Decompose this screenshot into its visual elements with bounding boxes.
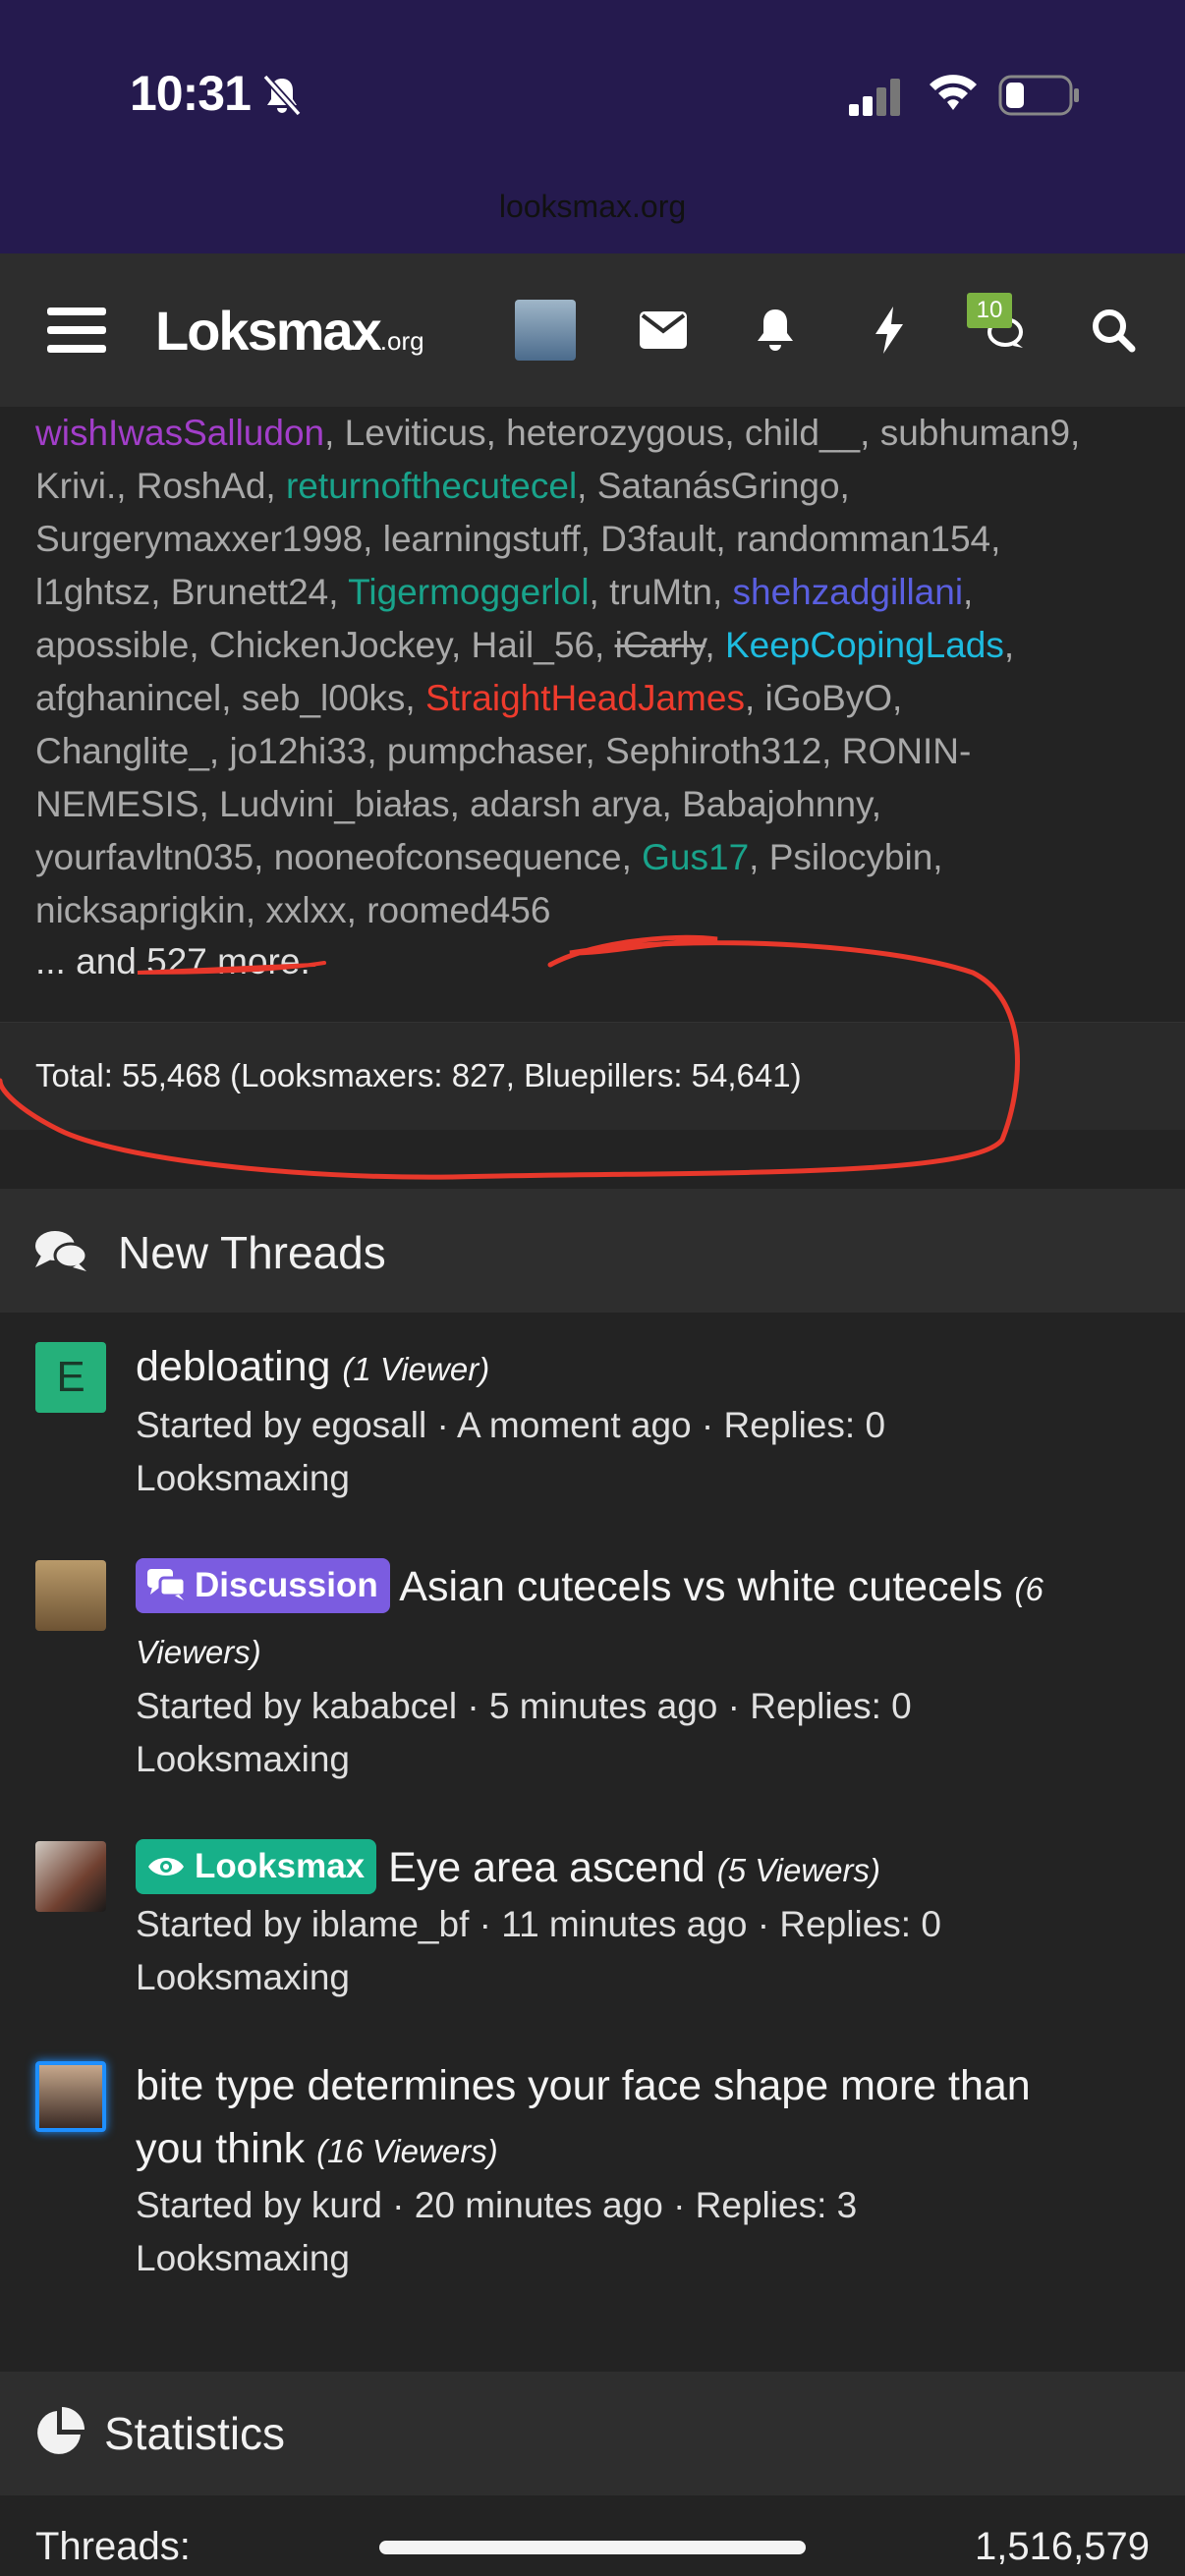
member-names-text[interactable]: , truMtn, xyxy=(590,572,733,612)
thread-title-text: Eye area ascend xyxy=(376,1844,717,1891)
member-names-text[interactable]: Krivi., RoshAd, xyxy=(35,466,286,506)
member-line: yourfavltn035, nooneofconsequence, Gus17… xyxy=(35,831,1165,884)
member-names-text[interactable]: apossible, ChickenJockey, Hail_56, xyxy=(35,625,615,665)
member-link[interactable]: Tigermoggerlol xyxy=(348,572,589,612)
member-link[interactable]: StraightHeadJames xyxy=(425,678,745,718)
member-line: Surgerymaxxer1998, learningstuff, D3faul… xyxy=(35,513,1165,566)
thread-meta: Started by egosall · A moment ago · Repl… xyxy=(136,1405,886,1445)
prefix-label: Discussion xyxy=(195,1566,378,1604)
top-navigation: Loksmax.org xyxy=(0,253,1185,407)
member-names-text[interactable]: yourfavltn035, nooneofconsequence, xyxy=(35,837,642,877)
member-names-text[interactable]: , xyxy=(1004,625,1014,665)
statistics-header: Statistics xyxy=(0,2372,1185,2495)
member-names-text[interactable]: NEMESIS, Ludvini_białas, adarsh arya, Ba… xyxy=(35,784,881,824)
member-line: l1ghtsz, Brunett24, Tigermoggerlol, truM… xyxy=(35,566,1165,619)
status-bar: 10:31 looksmax.org xyxy=(0,0,1185,253)
section-title: New Threads xyxy=(118,1227,386,1278)
red-circle-annotation xyxy=(0,934,1020,1180)
mail-icon[interactable] xyxy=(629,253,698,407)
comments-icon xyxy=(147,1569,187,1600)
member-names-text[interactable]: Changlite_, jo12hi33, pumpchaser, Sephir… xyxy=(35,731,971,771)
stat-label: Threads: xyxy=(35,2525,191,2568)
logo-text-a: Lo xyxy=(155,300,220,362)
avatar xyxy=(515,300,576,361)
search-icon[interactable] xyxy=(1079,253,1148,407)
section-title: Statistics xyxy=(104,2408,286,2459)
member-link[interactable]: wishIwasSalludon xyxy=(35,413,324,453)
member-line: Krivi., RoshAd, returnofthecutecel, Sata… xyxy=(35,460,1165,513)
lightning-icon[interactable] xyxy=(855,253,924,407)
bell-icon[interactable] xyxy=(741,253,810,407)
discussion-prefix-badge[interactable]: Discussion xyxy=(136,1558,390,1613)
member-names-text[interactable]: , Psilocybin, xyxy=(749,837,942,877)
site-logo[interactable]: Loksmax.org xyxy=(155,299,424,363)
member-link[interactable]: returnofthecutecel xyxy=(286,466,577,506)
user-avatar-button[interactable] xyxy=(511,253,580,407)
member-link[interactable]: shehzadgillani xyxy=(733,572,964,612)
member-line: apossible, ChickenJockey, Hail_56, iCarl… xyxy=(35,619,1165,672)
member-names-text[interactable]: Surgerymaxxer1998, learningstuff, D3faul… xyxy=(35,519,1000,559)
thread-forum-link[interactable]: Looksmaxing xyxy=(136,1733,350,1786)
logo-text-b: ksmax xyxy=(218,300,381,362)
thread-forum-link[interactable]: Looksmaxing xyxy=(136,2232,350,2285)
thread-meta: Started by iblame_bf · 11 minutes ago · … xyxy=(136,1904,941,1944)
home-indicator[interactable] xyxy=(379,2541,806,2554)
viewer-count: Viewers) xyxy=(136,1634,261,1670)
avatar[interactable] xyxy=(35,1560,106,1631)
member-line: afghanincel, seb_l00ks, StraightHeadJame… xyxy=(35,672,1165,725)
thread-meta: Started by kurd · 20 minutes ago · Repli… xyxy=(136,2185,858,2225)
thread-title-link[interactable]: debloating (1 Viewer) xyxy=(136,1336,1157,1400)
new-threads-header: New Threads xyxy=(0,1189,1185,1313)
comments-icon xyxy=(33,1228,88,1273)
stat-value: 1,516,579 xyxy=(975,2525,1150,2568)
online-members-list: wishIwasSalludon, Leviticus, heterozygou… xyxy=(35,407,1165,937)
thread-title-continuation: Viewers) xyxy=(136,1619,1157,1683)
avatar[interactable]: E xyxy=(35,1342,106,1413)
logo-suffix: .org xyxy=(379,326,424,356)
thread-title-text: you think xyxy=(136,2125,317,2172)
viewer-count: (6 xyxy=(1014,1571,1044,1607)
member-names-text[interactable]: , iGoByO, xyxy=(745,678,902,718)
thread-forum-link[interactable]: Looksmaxing xyxy=(136,1452,350,1505)
member-line: NEMESIS, Ludvini_białas, adarsh arya, Ba… xyxy=(35,778,1165,831)
thread-title-link[interactable]: Discussion Asian cutecels vs white cutec… xyxy=(136,1556,1157,1620)
clock: 10:31 xyxy=(130,66,252,121)
chat-icon[interactable] xyxy=(967,253,1036,407)
viewer-count: (16 Viewers) xyxy=(316,2133,498,2169)
menu-icon[interactable] xyxy=(39,253,114,407)
member-names-text[interactable]: , Leviticus, heterozygous, child__, subh… xyxy=(324,413,1080,453)
member-names-text[interactable]: l1ghtsz, Brunett24, xyxy=(35,572,348,612)
prefix-label: Looksmax xyxy=(195,1847,366,1885)
member-line: Changlite_, jo12hi33, pumpchaser, Sephir… xyxy=(35,725,1165,778)
avatar[interactable] xyxy=(35,2061,106,2132)
viewer-count: (1 Viewer) xyxy=(342,1351,490,1387)
member-names-text[interactable]: afghanincel, seb_l00ks, xyxy=(35,678,425,718)
wifi-icon xyxy=(928,71,979,114)
looksmax-prefix-badge[interactable]: Looksmax xyxy=(136,1839,377,1894)
member-link[interactable]: iCarly xyxy=(615,625,705,665)
eye-icon xyxy=(147,1854,185,1879)
member-names-text[interactable]: , xyxy=(963,572,973,612)
cellular-signal-icon xyxy=(847,77,904,116)
bell-muted-icon xyxy=(259,73,305,118)
thread-meta: Started by kababcel · 5 minutes ago · Re… xyxy=(136,1686,912,1726)
member-names-text[interactable]: , xyxy=(705,625,725,665)
thread-title-text: Asian cutecels vs white cutecels xyxy=(389,1563,1015,1610)
address-bar-url[interactable]: looksmax.org xyxy=(0,189,1185,225)
pie-chart-icon xyxy=(33,2407,85,2458)
member-names-text[interactable]: , SatanásGringo, xyxy=(577,466,850,506)
thread-title-continuation[interactable]: you think (16 Viewers) xyxy=(136,2118,1157,2182)
thread-forum-link[interactable]: Looksmaxing xyxy=(136,1951,350,2004)
member-link[interactable]: Gus17 xyxy=(642,837,749,877)
member-line: wishIwasSalludon, Leviticus, heterozygou… xyxy=(35,407,1165,460)
member-link[interactable]: KeepCopingLads xyxy=(725,625,1004,665)
thread-title-link[interactable]: Looksmax Eye area ascend (5 Viewers) xyxy=(136,1837,1157,1901)
notification-count-badge: 10 xyxy=(967,293,1012,328)
battery-icon xyxy=(998,75,1081,116)
avatar[interactable] xyxy=(35,1841,106,1912)
viewer-count: (5 Viewers) xyxy=(716,1852,881,1888)
thread-title-link[interactable]: bite type determines your face shape mor… xyxy=(136,2055,1157,2116)
thread-title-text: debloating xyxy=(136,1343,343,1390)
